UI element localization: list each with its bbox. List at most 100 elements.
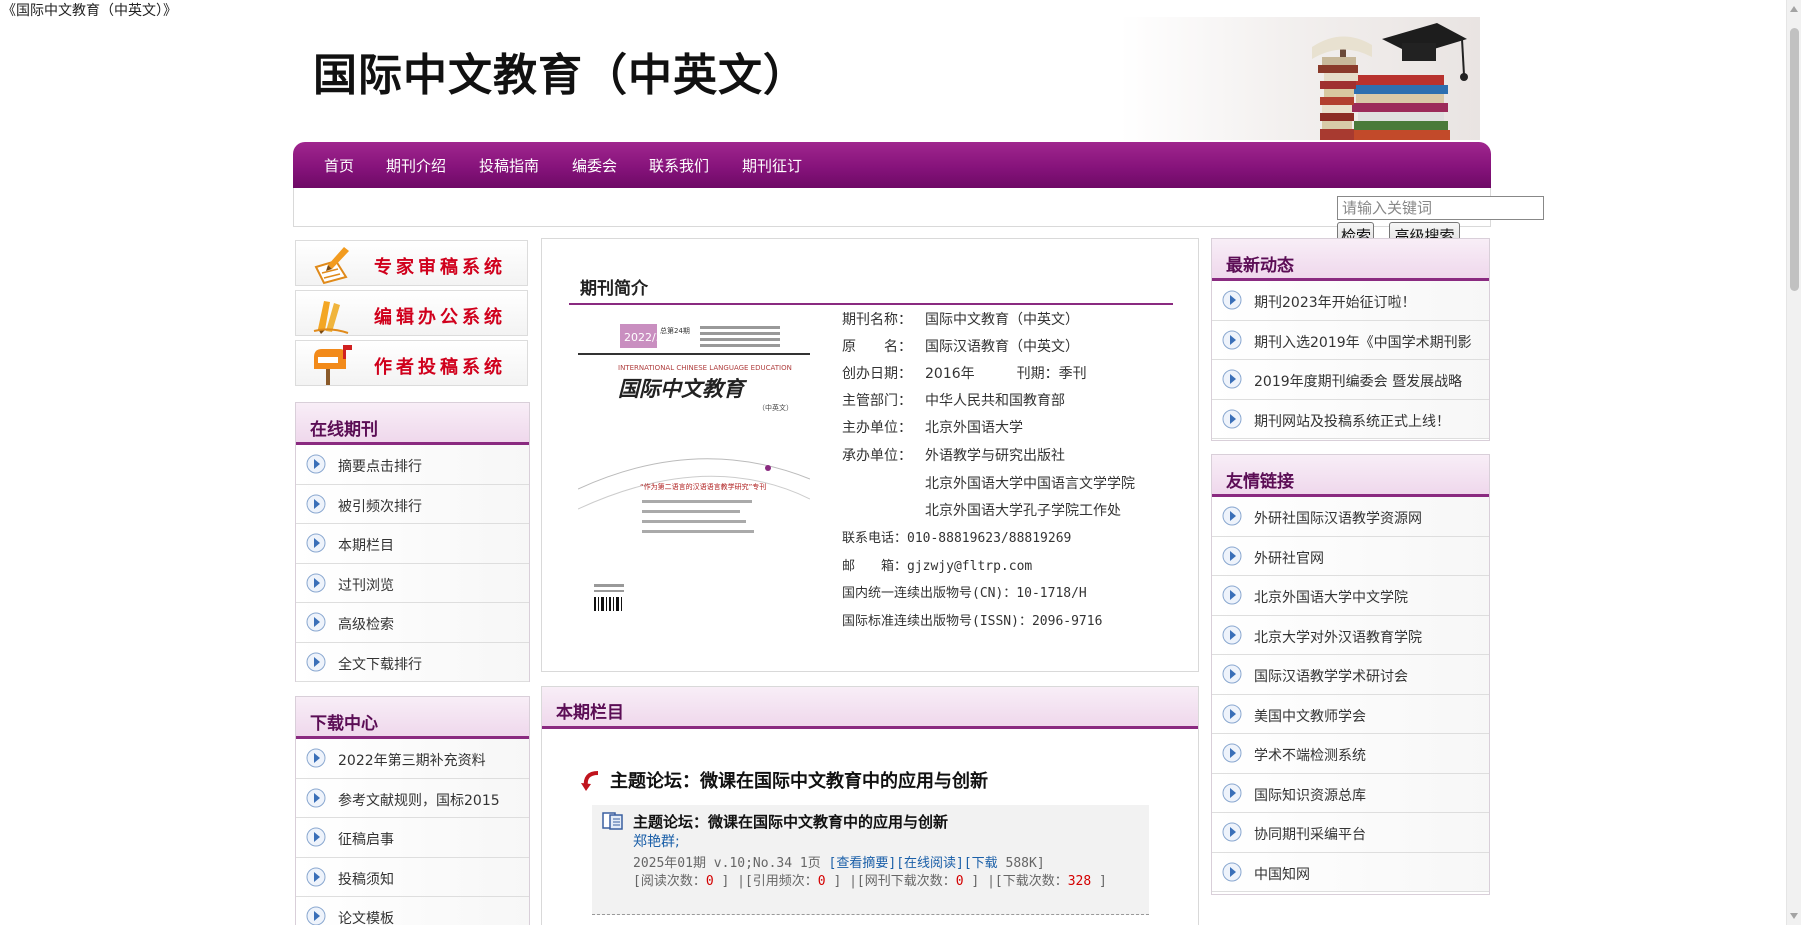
author-submission-system-button[interactable]: 作者投稿系统 bbox=[295, 340, 528, 386]
cover-issue: 总第24期 bbox=[660, 326, 690, 335]
arrow-circle-icon bbox=[306, 906, 326, 925]
news-item-label: 期刊网站及投稿系统正式上线！ bbox=[1254, 413, 1450, 430]
news-item[interactable]: 期刊入选2019年《中国学术期刊影 bbox=[1212, 320, 1489, 360]
scroll-thumb[interactable] bbox=[1790, 28, 1799, 291]
expert-review-system-button[interactable]: 专家审稿系统 bbox=[295, 240, 528, 286]
panel-title: 友情链接 bbox=[1226, 472, 1294, 492]
list-item-call-for-papers[interactable]: 征稿启事 bbox=[296, 818, 529, 858]
arrow-circle-icon bbox=[306, 494, 326, 513]
link-item[interactable]: 外研社官网 bbox=[1212, 536, 1489, 576]
info-value: 中华人民共和国教育部 bbox=[925, 393, 1065, 409]
page-scrollbar[interactable] bbox=[1786, 0, 1801, 925]
arrow-circle-icon bbox=[1222, 704, 1242, 723]
system-label: 专家审稿系统 bbox=[374, 257, 506, 278]
info-value: 国际汉语教育（中英文） bbox=[925, 339, 1079, 355]
online-journal-panel: 在线期刊 摘要点击排行 被引频次排行 本期栏目 过刊浏览 高级检索 全文下载排行 bbox=[295, 402, 530, 682]
list-item-label: 论文模板 bbox=[338, 911, 394, 925]
nav-subscription[interactable]: 期刊征订 bbox=[742, 155, 802, 176]
scroll-down-icon[interactable] bbox=[1790, 913, 1798, 919]
intro-title: 期刊简介 bbox=[580, 279, 648, 299]
info-value: 2016年 刊期：季刊 bbox=[925, 366, 1087, 382]
nav-home[interactable]: 首页 bbox=[324, 155, 354, 176]
arrow-circle-icon bbox=[1222, 862, 1242, 881]
link-item[interactable]: 外研社国际汉语教学资源网 bbox=[1212, 497, 1489, 537]
list-item-abstract-clicks[interactable]: 摘要点击排行 bbox=[296, 445, 529, 485]
arrow-circle-icon bbox=[306, 867, 326, 886]
info-value: 北京外国语大学中国语言文学学院 bbox=[925, 476, 1135, 492]
scroll-up-icon[interactable] bbox=[1790, 6, 1798, 12]
info-value: 北京外国语大学孔子学院工作处 bbox=[925, 503, 1121, 519]
article-author-link[interactable]: 郑艳群; bbox=[633, 831, 680, 851]
link-item[interactable]: 北京外国语大学中文学院 bbox=[1212, 576, 1489, 616]
search-input[interactable] bbox=[1337, 196, 1544, 220]
arrow-circle-icon bbox=[1222, 585, 1242, 605]
article-title-link[interactable]: 主题论坛：微课在国际中文教育中的应用与创新 bbox=[633, 811, 948, 832]
link-item[interactable]: 美国中文教师学会 bbox=[1212, 694, 1489, 734]
topic-title: 主题论坛：微课在国际中文教育中的应用与创新 bbox=[610, 771, 988, 792]
view-abstract-link[interactable]: [查看摘要] bbox=[829, 856, 897, 871]
system-label: 作者投稿系统 bbox=[374, 357, 506, 378]
link-item[interactable]: 中国知网 bbox=[1212, 852, 1489, 892]
link-item-label: 中国知网 bbox=[1254, 866, 1310, 883]
nav-journal-intro[interactable]: 期刊介绍 bbox=[386, 155, 446, 176]
list-item-supplement[interactable]: 2022年第三期补充资料 bbox=[296, 739, 529, 779]
panel-title: 本期栏目 bbox=[556, 703, 624, 723]
cover-en-title: INTERNATIONAL CHINESE LANGUAGE EDUCATION bbox=[618, 364, 792, 372]
info-issn: 国际标准连续出版物号(ISSN)：2096-9716 bbox=[842, 614, 1103, 629]
arrow-circle-icon bbox=[306, 612, 326, 632]
read-count: 0 bbox=[705, 874, 714, 889]
nav-contact-us[interactable]: 联系我们 bbox=[649, 155, 709, 176]
link-item-label: 协同期刊采编平台 bbox=[1254, 827, 1366, 843]
list-item-advanced-search[interactable]: 高级检索 bbox=[296, 603, 529, 643]
list-item-current-columns[interactable]: 本期栏目 bbox=[296, 524, 529, 564]
info-key: 承办单位： bbox=[842, 448, 912, 464]
list-item-download-rank[interactable]: 全文下载排行 bbox=[296, 642, 529, 682]
nav-editorial-board[interactable]: 编委会 bbox=[572, 155, 617, 176]
editor-office-system-button[interactable]: 编辑办公系统 bbox=[295, 290, 528, 336]
news-item-label: 期刊2023年开始征订啦！ bbox=[1254, 295, 1416, 311]
link-item[interactable]: 协同期刊采编平台 bbox=[1212, 813, 1489, 853]
site-header: 国际中文教育（中英文） bbox=[295, 17, 1480, 140]
list-item-past-issues[interactable]: 过刊浏览 bbox=[296, 563, 529, 603]
link-item-label: 北京外国语大学中文学院 bbox=[1254, 590, 1408, 606]
arrow-circle-icon bbox=[306, 748, 326, 768]
pen-paper-icon bbox=[314, 247, 349, 285]
read-online-link[interactable]: [在线阅读] bbox=[896, 856, 964, 871]
link-item[interactable]: 国际知识资源总库 bbox=[1212, 773, 1489, 813]
arrow-circle-icon bbox=[306, 454, 326, 474]
list-item-reference-rules[interactable]: 参考文献规则，国标2015 bbox=[296, 778, 529, 818]
link-item[interactable]: 北京大学对外汉语教育学院 bbox=[1212, 615, 1489, 655]
arrow-circle-icon bbox=[1222, 783, 1242, 802]
panel-title: 下载中心 bbox=[310, 714, 378, 734]
link-item[interactable]: 学术不端检测系统 bbox=[1212, 734, 1489, 774]
news-item[interactable]: 期刊网站及投稿系统正式上线！ bbox=[1212, 399, 1489, 439]
news-item[interactable]: 2019年度期刊编委会 暨发展战略 bbox=[1212, 360, 1489, 400]
nav-submission-guide[interactable]: 投稿指南 bbox=[479, 155, 539, 176]
mailbox-icon bbox=[314, 345, 352, 385]
news-item[interactable]: 期刊2023年开始征订啦！ bbox=[1212, 281, 1489, 321]
arrow-circle-icon bbox=[306, 788, 326, 807]
arrow-circle-icon bbox=[1222, 743, 1242, 763]
curved-arrow-icon bbox=[581, 771, 599, 791]
download-link[interactable]: [下载 bbox=[964, 856, 998, 871]
read-count-label: [阅读次数： bbox=[633, 874, 706, 889]
news-item-label: 期刊入选2019年《中国学术期刊影 bbox=[1254, 334, 1472, 351]
link-item[interactable]: 国际汉语教学学术研讨会 bbox=[1212, 655, 1489, 695]
main-nav: 首页 期刊介绍 投稿指南 编委会 联系我们 期刊征订 bbox=[293, 142, 1491, 188]
file-size: 588K] bbox=[997, 856, 1045, 871]
panel-title: 最新动态 bbox=[1226, 256, 1294, 276]
list-item-label: 征稿启事 bbox=[338, 832, 394, 848]
net-download-count: 0 bbox=[955, 874, 964, 889]
list-item-submission-notes[interactable]: 投稿须知 bbox=[296, 857, 529, 897]
info-value: 北京外国语大学 bbox=[925, 420, 1023, 436]
current-issue-header: 本期栏目 bbox=[542, 687, 1198, 729]
list-item-label: 投稿须知 bbox=[338, 871, 394, 888]
list-item-label: 全文下载排行 bbox=[338, 656, 422, 673]
document-icon bbox=[602, 812, 623, 830]
list-item-paper-template[interactable]: 论文模板 bbox=[296, 897, 529, 925]
intro-divider bbox=[569, 303, 1173, 305]
download-center-header: 下载中心 bbox=[296, 697, 529, 739]
list-item-citation-rank[interactable]: 被引频次排行 bbox=[296, 484, 529, 524]
arrow-circle-icon bbox=[306, 652, 326, 671]
arrow-circle-icon bbox=[306, 533, 326, 553]
